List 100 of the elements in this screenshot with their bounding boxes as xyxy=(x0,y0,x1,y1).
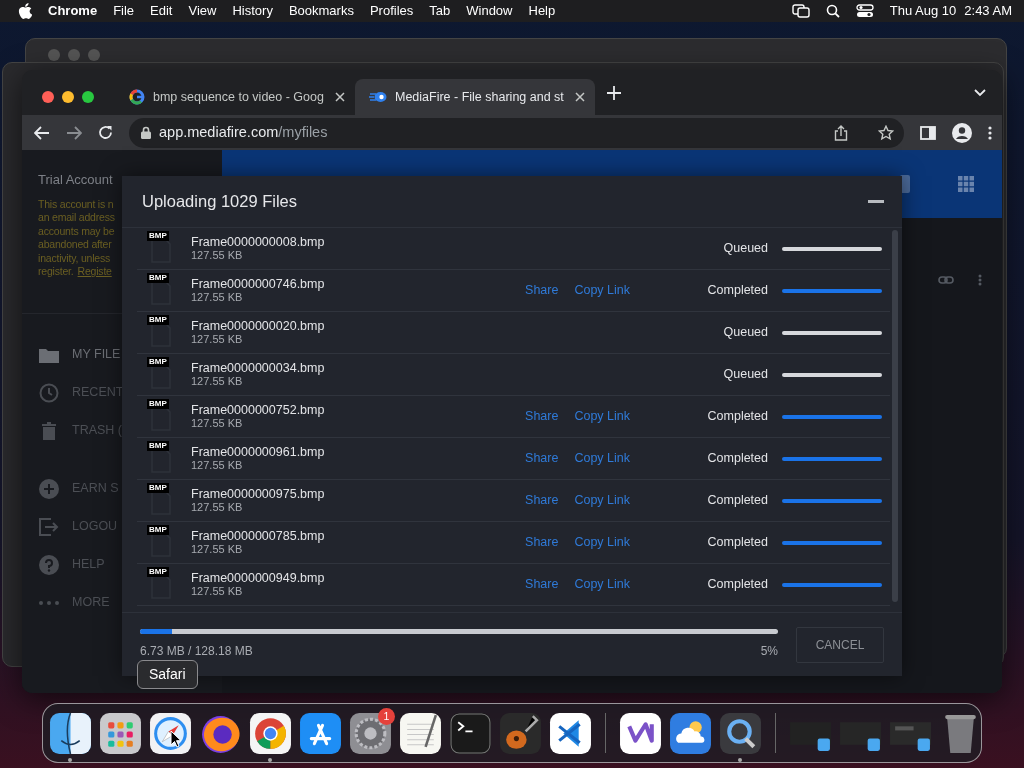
menu-item[interactable]: History xyxy=(232,1,273,21)
address-bar[interactable]: app.mediafire.com/myfiles xyxy=(129,117,904,148)
copy-link[interactable]: Copy Link xyxy=(574,281,630,300)
menu-item[interactable]: File xyxy=(113,1,135,21)
file-type-label: BMP xyxy=(147,440,169,451)
browser-tab[interactable]: MediaFire - File sharing and st xyxy=(355,79,595,115)
file-type-label: BMP xyxy=(147,230,169,241)
account-title: Trial Account xyxy=(38,171,113,189)
forward-icon[interactable] xyxy=(66,125,82,140)
menu-date[interactable]: Thu Aug 10 xyxy=(889,1,957,21)
notice-text: abandoned after xyxy=(38,238,112,252)
file-type-label: BMP xyxy=(147,272,169,283)
notice-text: an email address xyxy=(38,211,115,225)
menu-item[interactable]: Profiles xyxy=(369,1,414,21)
cancel-button[interactable]: CANCEL xyxy=(796,626,884,663)
search-icon[interactable] xyxy=(825,4,840,18)
cloud-icon[interactable] xyxy=(669,712,712,755)
share-link[interactable]: Share xyxy=(525,533,559,552)
grid-view-icon[interactable] xyxy=(958,176,974,192)
menu-time[interactable]: 2:43 AM xyxy=(964,1,1012,21)
file-size: 127.55 KB xyxy=(191,501,244,514)
notice-text: accounts may be xyxy=(38,224,115,238)
copy-link[interactable]: Copy Link xyxy=(574,407,630,426)
close-icon[interactable] xyxy=(335,92,345,102)
copy-link[interactable]: Copy Link xyxy=(574,491,630,510)
share-link[interactable]: Share xyxy=(525,449,559,468)
notepad-icon[interactable] xyxy=(399,712,442,755)
percent-complete: 5% xyxy=(760,643,778,660)
file-name: Frame0000000020.bmp xyxy=(191,319,326,333)
copy-link[interactable]: Copy Link xyxy=(574,533,630,552)
file-type-label: BMP xyxy=(147,398,169,409)
menu-item[interactable]: Bookmarks xyxy=(288,1,354,21)
help-icon xyxy=(39,554,59,575)
chevron-down-icon[interactable] xyxy=(974,88,986,97)
share-icon[interactable] xyxy=(834,124,848,141)
file-name: Frame0000000785.bmp xyxy=(191,529,326,543)
code-editor-icon[interactable] xyxy=(549,712,592,755)
file-size: 127.55 KB xyxy=(191,585,244,598)
menu-item[interactable]: Window xyxy=(466,1,513,21)
store-a-icon[interactable] xyxy=(299,712,342,755)
dialog-title: Uploading 1029 Files xyxy=(142,191,298,213)
launchpad-grid-icon[interactable] xyxy=(99,712,142,755)
menu-item[interactable]: View xyxy=(188,1,217,21)
transferred-size: 6.73 MB / 128.18 MB xyxy=(140,643,253,660)
kebab-menu-icon[interactable] xyxy=(988,125,992,140)
tooltip: Safari xyxy=(137,660,198,689)
upload-status: Queued xyxy=(722,366,768,384)
scrollbar[interactable] xyxy=(892,230,898,602)
upload-status: Queued xyxy=(722,324,768,342)
app-menu[interactable]: Chrome xyxy=(48,1,98,21)
reload-icon[interactable] xyxy=(98,125,113,140)
menu-item[interactable]: Edit xyxy=(150,1,173,21)
trash-icon xyxy=(42,421,56,440)
upload-status: Queued xyxy=(722,240,768,258)
compass-icon[interactable] xyxy=(149,712,192,755)
copy-link[interactable]: Copy Link xyxy=(574,575,630,594)
share-link[interactable]: Share xyxy=(525,575,559,594)
terminal-icon[interactable] xyxy=(449,712,492,755)
gear-icon[interactable] xyxy=(349,712,392,755)
file-type-label: BMP xyxy=(147,314,169,325)
plus-icon[interactable] xyxy=(607,85,621,100)
register-link[interactable]: Registe xyxy=(77,265,112,279)
flame-logo-icon xyxy=(369,91,387,103)
notice-text: inactivity, unless xyxy=(38,251,111,265)
screen-mirroring-icon[interactable] xyxy=(791,4,810,18)
back-icon[interactable] xyxy=(34,125,50,140)
file-size: 127.55 KB xyxy=(191,417,244,430)
file-name: Frame0000000752.bmp xyxy=(191,403,326,417)
file-size: 127.55 KB xyxy=(191,291,244,304)
share-link[interactable]: Share xyxy=(525,491,559,510)
share-link[interactable]: Share xyxy=(525,281,559,300)
profile-icon[interactable] xyxy=(952,122,972,143)
apple-icon[interactable] xyxy=(18,3,32,19)
upload-status: Completed xyxy=(706,534,768,552)
browser-tab[interactable]: bmp sequence to video - Goog xyxy=(115,79,355,115)
file-type-label: BMP xyxy=(147,356,169,367)
window-controls-icon[interactable] xyxy=(42,90,94,103)
folder-icon xyxy=(39,346,59,363)
pointer-icon xyxy=(170,730,182,748)
g-logo-icon xyxy=(129,89,145,105)
notice-text: register. xyxy=(38,265,74,279)
star-icon[interactable] xyxy=(878,124,894,141)
guitar-icon[interactable] xyxy=(499,712,542,755)
infinity-v-icon[interactable] xyxy=(619,712,662,755)
upload-status: Completed xyxy=(706,492,768,510)
plus-circle-icon xyxy=(39,478,59,499)
close-icon[interactable] xyxy=(575,92,585,102)
menu-item[interactable]: Tab xyxy=(429,1,451,21)
menu-item[interactable]: Help xyxy=(528,1,556,21)
notification-badge: 1 xyxy=(378,708,395,725)
control-center-icon[interactable] xyxy=(855,4,874,18)
link-icon[interactable] xyxy=(938,276,954,284)
magnifier-q-icon[interactable] xyxy=(719,712,762,755)
sidebar-item[interactable]: MY FILE xyxy=(38,335,121,374)
file-type-label: BMP xyxy=(147,566,169,577)
side-panel-icon[interactable] xyxy=(920,125,936,140)
copy-link[interactable]: Copy Link xyxy=(574,449,630,468)
finder-face-icon[interactable] xyxy=(49,712,92,755)
file-name: Frame0000000008.bmp xyxy=(191,235,326,249)
share-link[interactable]: Share xyxy=(525,407,559,426)
